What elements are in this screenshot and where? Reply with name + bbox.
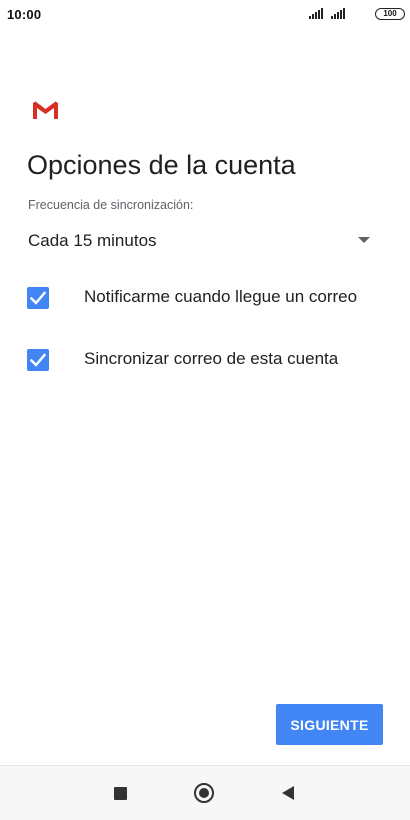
sync-frequency-label: Frecuencia de sincronización: (28, 198, 194, 212)
sync-checkbox[interactable] (27, 349, 49, 371)
notify-checkbox[interactable] (27, 287, 49, 309)
notify-label: Notificarme cuando llegue un correo (84, 287, 358, 306)
checkmark-icon (30, 291, 46, 305)
battery-level: 100 (383, 9, 397, 18)
checkmark-icon (30, 353, 46, 367)
sync-frequency-value: Cada 15 minutos (28, 231, 157, 250)
status-bar: 10:00 100 (0, 0, 410, 30)
option-sync-mail[interactable]: Sincronizar correo de esta cuenta (27, 347, 397, 373)
gmail-logo (33, 101, 58, 119)
recent-apps-icon[interactable] (114, 787, 127, 800)
battery-icon: 100 (375, 8, 405, 20)
back-icon[interactable] (282, 786, 294, 800)
signal-icon (309, 8, 323, 19)
page-title: Opciones de la cuenta (27, 150, 296, 180)
dropdown-arrow-icon (358, 237, 370, 243)
sync-frequency-dropdown[interactable]: Cada 15 minutos (28, 226, 376, 256)
status-time: 10:00 (7, 7, 42, 22)
sync-label: Sincronizar correo de esta cuenta (84, 349, 339, 368)
home-icon[interactable] (194, 783, 214, 803)
option-notify-new-mail[interactable]: Notificarme cuando llegue un correo (27, 285, 397, 311)
navigation-bar (0, 765, 410, 820)
signal-icon-2 (331, 8, 345, 19)
next-button[interactable]: SIGUIENTE (276, 704, 383, 745)
